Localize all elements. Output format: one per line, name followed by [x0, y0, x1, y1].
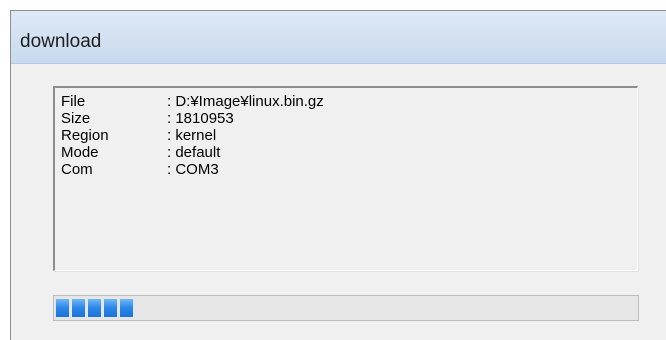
progress-block: [72, 299, 85, 317]
info-key-mode: Mode: [61, 144, 99, 161]
info-row-mode: Mode default: [61, 144, 324, 161]
info-row-region: Region kernel: [61, 127, 324, 144]
info-value-com: COM3: [167, 161, 219, 178]
progress-block: [56, 299, 69, 317]
info-row-size: Size 1810953: [61, 110, 324, 127]
progress-block: [120, 299, 133, 317]
info-value-region: kernel: [167, 127, 216, 144]
download-progress-bar: [53, 295, 639, 321]
download-dialog: download File D:¥Image¥linux.bin.gz Size 1…: [10, 10, 666, 340]
info-key-com: Com: [61, 161, 93, 178]
info-value-file: D:¥Image¥linux.bin.gz: [167, 93, 324, 110]
info-key-size: Size: [61, 110, 91, 127]
info-panel: File D:¥Image¥linux.bin.gz Size 1810953 Re…: [53, 86, 638, 271]
progress-block: [88, 299, 101, 317]
info-row-com: Com COM3: [61, 161, 324, 178]
info-key-file: File: [61, 93, 86, 110]
info-value-size: 1810953: [167, 110, 234, 127]
progress-fill: [56, 299, 133, 317]
info-list: File D:¥Image¥linux.bin.gz Size 1810953 Re…: [61, 93, 324, 178]
window-title: download: [20, 31, 102, 52]
progress-block: [104, 299, 117, 317]
info-key-region: Region: [61, 127, 109, 144]
info-value-mode: default: [167, 144, 220, 161]
info-row-file: File D:¥Image¥linux.bin.gz: [61, 93, 324, 110]
title-bar[interactable]: download: [11, 11, 666, 64]
